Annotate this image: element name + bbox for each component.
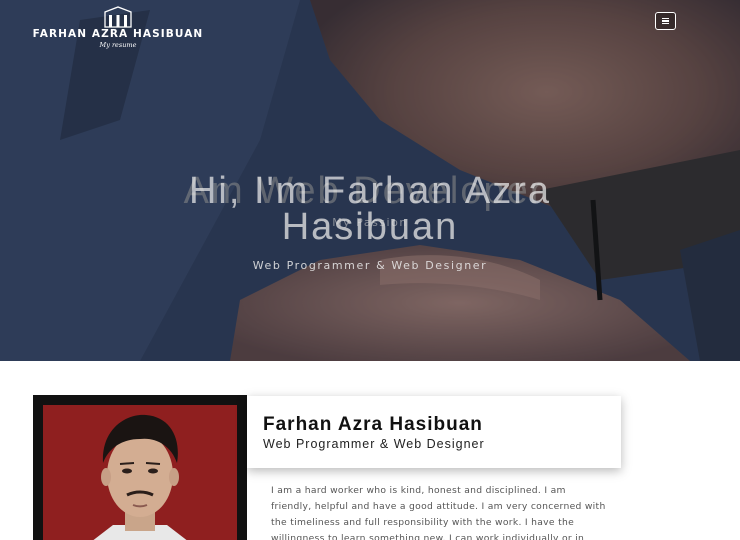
about-line: friendly, helpful and have a good attitu… — [271, 501, 606, 512]
menu-button[interactable] — [655, 12, 676, 30]
profile-role: Web Programmer & Web Designer — [263, 437, 485, 451]
brand-subtitle: My resume — [99, 41, 137, 49]
about-line: I am a hard worker who is kind, honest a… — [271, 485, 566, 496]
about-text: I am a hard worker who is kind, honest a… — [271, 483, 611, 540]
hero-name-line: Hasibuan — [281, 206, 459, 248]
profile-card: Farhan Azra Hasibuan Web Programmer & We… — [247, 396, 621, 468]
hero-tagline: Web Programmer & Web Designer — [252, 259, 488, 272]
brand-name: FARHAN AZRA HASIBUAN — [32, 28, 204, 40]
about-line: the timeliness and full responsibility w… — [271, 517, 575, 528]
profile-portrait — [93, 414, 187, 540]
hamburger-menu-icon — [662, 18, 669, 24]
profile-photo-frame — [33, 395, 247, 540]
profile-photo — [43, 405, 237, 540]
about-line: willingness to learn something new. I ca… — [271, 533, 585, 540]
profile-name: Farhan Azra Hasibuan — [263, 414, 483, 435]
hero-section: FARHAN AZRA HASIBUAN My resume Am Web De… — [0, 0, 740, 361]
building-logo-icon — [104, 6, 132, 28]
brand[interactable]: FARHAN AZRA HASIBUAN My resume — [32, 6, 204, 49]
